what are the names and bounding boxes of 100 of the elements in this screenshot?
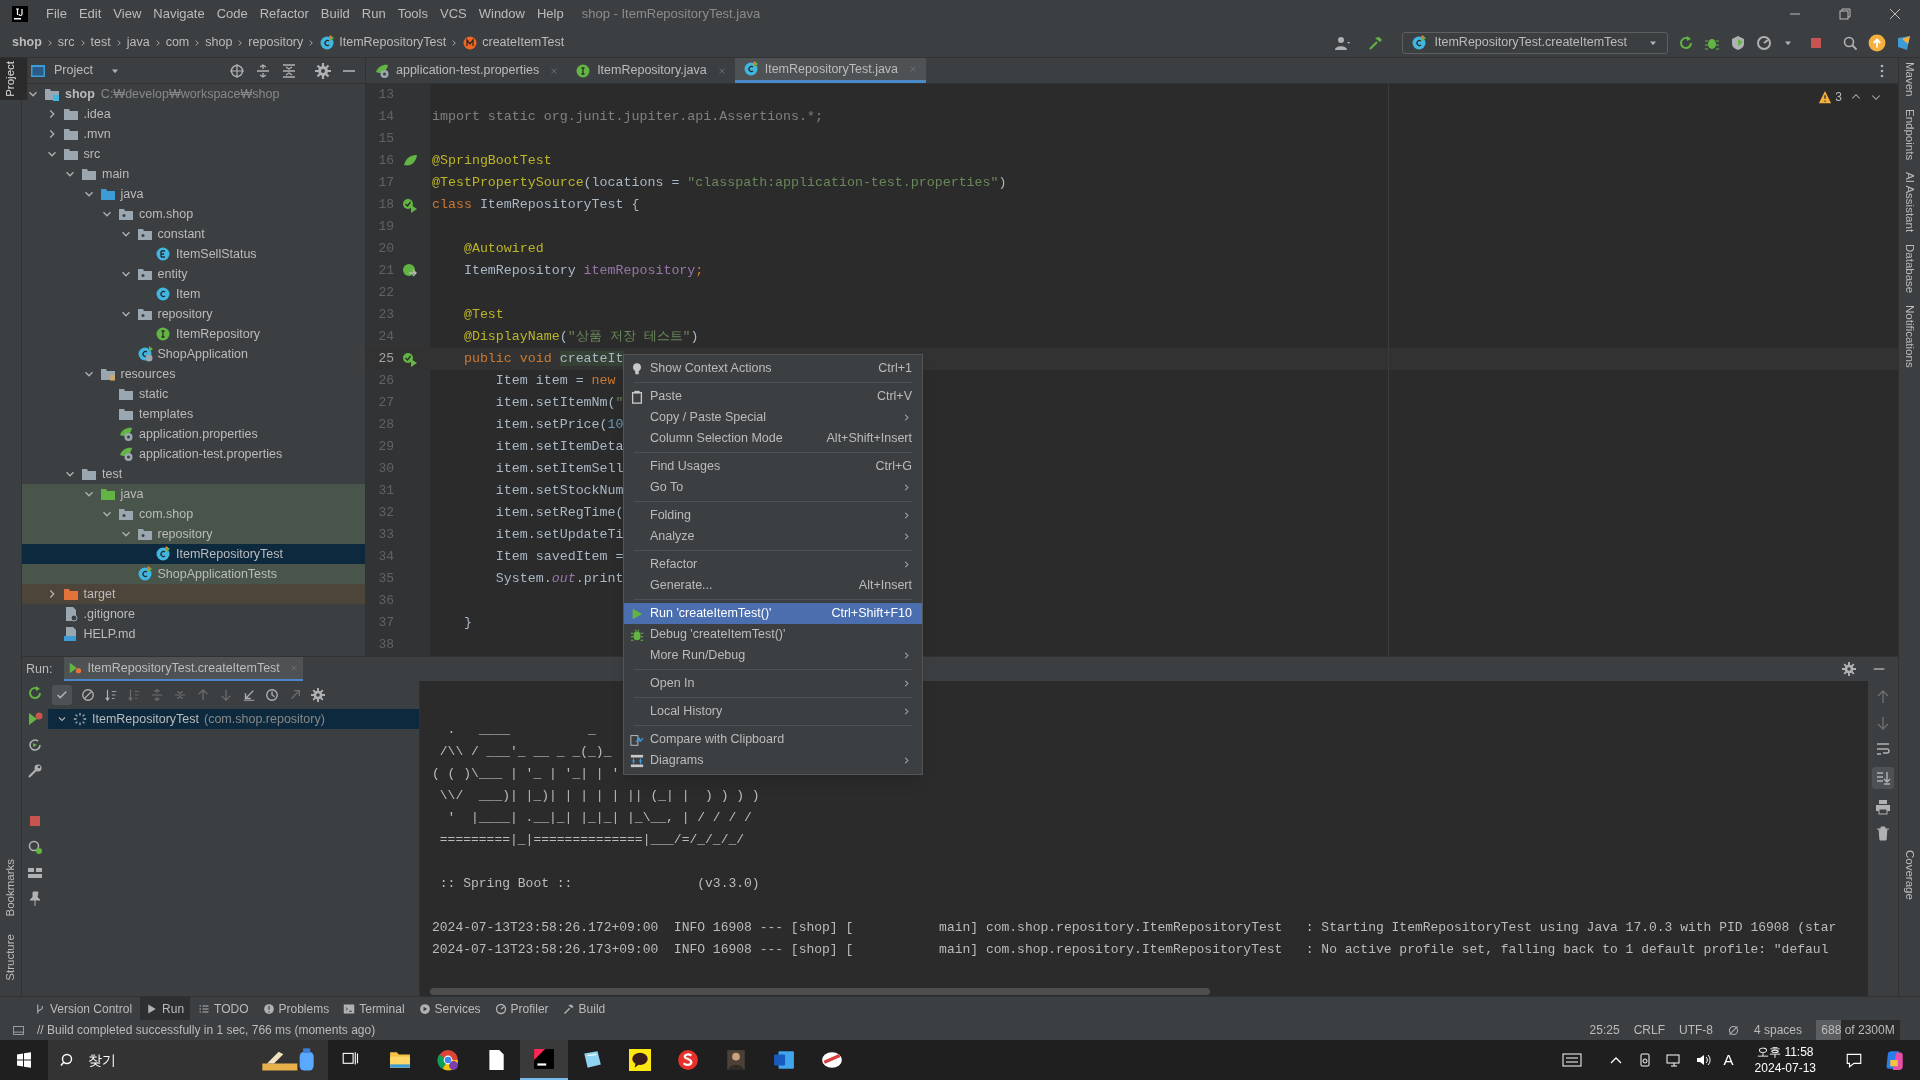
warning-count[interactable]: 3 — [1818, 88, 1842, 106]
tree-item[interactable]: ItemRepository — [176, 324, 261, 344]
locate-icon[interactable] — [229, 62, 245, 79]
tool-window-tab[interactable]: Endpoints — [1896, 108, 1920, 160]
tree-item[interactable]: resources — [120, 364, 176, 384]
tree-item[interactable]: repository — [157, 524, 213, 544]
tree-item[interactable]: com.shop — [139, 504, 194, 524]
breadcrumb[interactable]: test — [90, 33, 111, 52]
menu-item[interactable]: Refactor — [624, 554, 922, 575]
coverage-icon[interactable] — [1730, 34, 1746, 51]
tree-item[interactable]: ItemSellStatus — [176, 244, 257, 264]
keyboard-icon[interactable] — [1560, 1050, 1583, 1070]
breadcrumb[interactable]: createItemTest — [482, 33, 565, 52]
tree-item[interactable]: application.properties — [139, 424, 258, 444]
soft-wrap-icon[interactable] — [1875, 741, 1891, 757]
tree-item[interactable]: templates — [139, 404, 194, 424]
menu-item[interactable]: Refactor — [253, 2, 315, 26]
user-icon[interactable] — [1333, 34, 1350, 51]
start-icon[interactable] — [16, 1052, 32, 1068]
tree-item[interactable]: com.shop — [139, 204, 194, 224]
tree-item[interactable]: ShopApplication — [157, 344, 248, 364]
stop-icon[interactable] — [27, 813, 43, 829]
scroll-to-end-icon[interactable] — [1872, 767, 1894, 789]
menu-item[interactable]: Paste Ctrl+V — [624, 386, 922, 407]
wrench-icon[interactable] — [27, 763, 43, 779]
run-tab[interactable]: ItemRepositoryTest.createItemTest — [64, 657, 303, 681]
menu-item[interactable]: Tools — [391, 2, 434, 26]
tree-item[interactable]: application-test.properties — [139, 444, 283, 464]
tree-item[interactable]: target — [83, 584, 116, 604]
breadcrumb[interactable]: shop — [12, 33, 42, 52]
tool-window-tab[interactable]: Services — [412, 997, 487, 1020]
collapse-all-icon[interactable] — [281, 62, 297, 79]
input-method-indicator[interactable]: A — [1723, 1048, 1734, 1072]
scrollbar[interactable] — [430, 987, 1210, 995]
menu-item[interactable]: File — [40, 2, 73, 26]
tree-item[interactable]: main — [102, 164, 130, 184]
close-icon[interactable] — [1887, 6, 1903, 22]
editor-tab[interactable]: ItemRepository.java — [567, 58, 735, 83]
menu-item[interactable]: Find Usages Ctrl+G — [624, 456, 922, 477]
update-icon[interactable] — [1868, 33, 1886, 52]
layout-icon[interactable] — [27, 865, 43, 881]
print-icon[interactable] — [1875, 799, 1891, 815]
line-separator[interactable]: CRLF — [1633, 1021, 1665, 1039]
memory-indicator[interactable]: 688 of 2300M — [1816, 1020, 1900, 1040]
menu-item[interactable]: Help — [530, 2, 570, 26]
debugger-icon[interactable] — [27, 839, 43, 855]
menu-item[interactable]: Code — [210, 2, 254, 26]
search-field[interactable]: 찾기 — [48, 1040, 328, 1080]
run-configuration-dropdown[interactable]: ItemRepositoryTest.createItemTest — [1401, 31, 1668, 54]
menu-item[interactable]: Navigate — [147, 2, 211, 26]
run-test-icon[interactable] — [402, 351, 418, 367]
tool-window-tab[interactable]: Project — [0, 58, 28, 100]
rerun-icon[interactable] — [27, 685, 43, 701]
panel-toggle-icon[interactable] — [12, 1023, 25, 1037]
tool-window-tab[interactable]: Database — [1896, 243, 1920, 293]
rerun-icon[interactable] — [1678, 34, 1694, 51]
tool-window-tab[interactable]: Coverage — [1896, 850, 1920, 900]
tool-window-tab[interactable]: Notifications — [1896, 305, 1920, 368]
tree-item[interactable]: entity — [157, 264, 188, 284]
menu-item[interactable]: Column Selection Mode Alt+Shift+Insert — [624, 428, 922, 449]
hammer-icon[interactable] — [1367, 34, 1384, 51]
tool-window-tab[interactable]: AI Assistant — [1896, 171, 1920, 232]
tree-item[interactable]: java — [120, 184, 144, 204]
menu-item[interactable]: More Run/Debug — [624, 645, 922, 666]
menu-item[interactable]: VCS — [434, 2, 473, 26]
volume-icon[interactable] — [1694, 1052, 1711, 1068]
tree-item[interactable]: .gitignore — [83, 604, 135, 624]
toggle-auto-test-icon[interactable] — [27, 737, 43, 753]
profile-icon[interactable] — [1756, 34, 1772, 51]
tree-item[interactable]: test — [102, 464, 123, 484]
tool-window-tab[interactable]: Terminal — [337, 997, 411, 1020]
show-ignored-icon[interactable] — [81, 688, 95, 702]
menu-item[interactable]: Generate... Alt+Insert — [624, 575, 922, 596]
read-only-icon[interactable] — [1726, 1023, 1740, 1037]
tool-window-tab[interactable]: TODO — [192, 997, 255, 1020]
tree-item[interactable]: src — [83, 144, 101, 164]
menu-item[interactable]: Edit — [72, 2, 108, 26]
notification-icon[interactable] — [1845, 1051, 1863, 1069]
menu-item[interactable]: View — [107, 2, 148, 26]
import-icon[interactable] — [242, 688, 256, 702]
menu-item[interactable]: Run — [355, 2, 392, 26]
clock[interactable]: 오후 11:58 2024-07-13 — [1754, 1044, 1816, 1076]
copilot-icon[interactable] — [1884, 1050, 1904, 1070]
tree-item[interactable]: .mvn — [83, 124, 111, 144]
menu-item[interactable]: Debug 'createItemTest()' — [624, 624, 922, 645]
menu-item[interactable]: Diagrams — [624, 750, 922, 771]
restore-icon[interactable] — [1837, 6, 1853, 22]
trash-icon[interactable] — [1875, 825, 1891, 841]
sort-icon[interactable] — [104, 688, 118, 702]
menu-item[interactable]: Copy / Paste Special — [624, 407, 922, 428]
menu-item[interactable]: Window — [472, 2, 531, 26]
breadcrumb[interactable]: repository — [248, 33, 304, 52]
breadcrumb[interactable]: java — [126, 33, 150, 52]
editor-tab[interactable]: application-test.properties — [366, 58, 568, 83]
tree-item[interactable]: java — [120, 484, 144, 504]
taskbar-app[interactable] — [520, 1040, 568, 1080]
settings-icon[interactable] — [315, 62, 331, 79]
tool-window-tab[interactable]: Problems — [256, 997, 336, 1020]
tool-window-tab[interactable]: Run — [140, 997, 191, 1020]
tree-item[interactable]: .idea — [83, 104, 111, 124]
